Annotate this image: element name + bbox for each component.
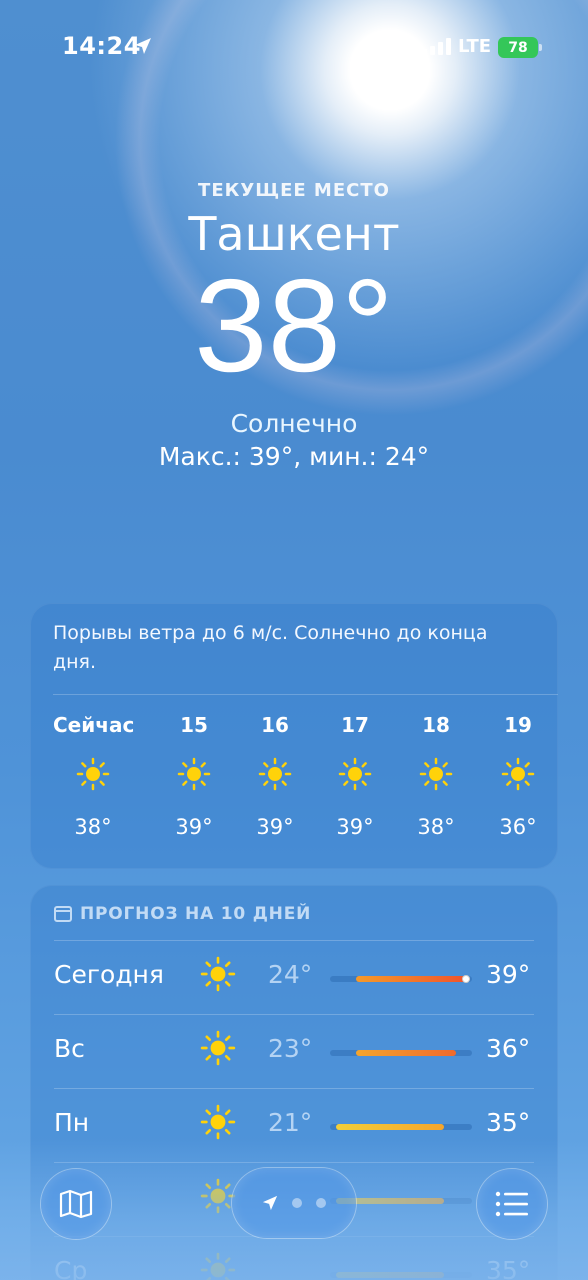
- current-weather: ТЕКУЩЕЕ МЕСТО Ташкент 38° Солнечно Макс.…: [0, 180, 588, 471]
- sun-icon: [200, 1104, 236, 1140]
- day-high-temp: 39°: [486, 960, 531, 989]
- hour-temp: 39°: [256, 815, 294, 839]
- hour-temp: 38°: [417, 815, 455, 839]
- battery-level: 78: [508, 39, 528, 56]
- hour-item: 16 39°: [235, 713, 315, 839]
- day-name: Пн: [54, 1108, 90, 1137]
- hour-item: 19 36°: [478, 713, 558, 839]
- day-high-temp: 35°: [486, 1108, 531, 1137]
- hour-item: 17 39°: [315, 713, 395, 839]
- location-arrow-icon[interactable]: [262, 1195, 278, 1211]
- sun-icon: [76, 757, 110, 791]
- day-name: Сегодня: [54, 960, 164, 989]
- hour-temp: 39°: [175, 815, 213, 839]
- sun-icon: [338, 757, 372, 791]
- hourly-forecast-card[interactable]: Порывы ветра до 6 м/с. Солнечно до конца…: [30, 603, 558, 869]
- hour-temp: 36°: [499, 815, 537, 839]
- temperature-range-bar: [330, 1124, 472, 1130]
- list-icon: [495, 1191, 528, 1217]
- temperature-range-bar: [330, 975, 472, 983]
- temperature-range-bar: [330, 1272, 472, 1278]
- daily-forecast-header: ПРОГНОЗ НА 10 ДНЕЙ: [54, 904, 311, 924]
- sun-icon: [200, 1252, 236, 1280]
- day-low-temp: 21°: [268, 1108, 313, 1137]
- day-high-temp: 36°: [486, 1034, 531, 1063]
- status-time: 14:24: [62, 32, 141, 60]
- divider: [53, 694, 558, 695]
- location-arrow-icon: [135, 38, 151, 54]
- sun-icon: [419, 757, 453, 791]
- city-list-button[interactable]: [477, 1169, 547, 1239]
- page-indicator[interactable]: [232, 1168, 356, 1238]
- network-type: LTE: [458, 36, 492, 57]
- calendar-icon: [54, 906, 72, 922]
- sun-icon: [200, 1030, 236, 1066]
- page-dot[interactable]: [316, 1198, 326, 1208]
- hour-item: 18 38°: [396, 713, 476, 839]
- weather-condition: Солнечно: [230, 409, 358, 438]
- day-row[interactable]: Пн 21° 35°: [30, 1088, 558, 1162]
- battery-icon: 78: [498, 37, 542, 58]
- day-row[interactable]: Сегодня 24° 39°: [30, 940, 558, 1014]
- day-low-temp: 24°: [268, 960, 313, 989]
- hour-label: 15: [180, 713, 208, 737]
- location-label: ТЕКУЩЕЕ МЕСТО: [198, 180, 390, 201]
- day-high-temp: 35°: [486, 1256, 531, 1280]
- hour-item: Сейчас 38°: [53, 713, 135, 839]
- sun-icon: [258, 757, 292, 791]
- sun-icon: [200, 956, 236, 992]
- current-temperature: 38°: [194, 252, 394, 399]
- hour-item: 15 39°: [154, 713, 234, 839]
- hour-label: 18: [422, 713, 450, 737]
- page-dot[interactable]: [292, 1198, 302, 1208]
- sun-icon: [501, 757, 535, 791]
- day-name: Вс: [54, 1034, 85, 1063]
- day-row[interactable]: Вс 23° 36°: [30, 1014, 558, 1088]
- sun-icon: [177, 757, 211, 791]
- day-name: Ср: [54, 1256, 88, 1280]
- high-low-temperature: Макс.: 39°, мин.: 24°: [158, 442, 430, 471]
- hourly-list[interactable]: Сейчас 38° 15 39° 16 39° 17 39° 18 38° 1…: [30, 713, 558, 863]
- hour-label: 17: [341, 713, 369, 737]
- hour-temp: 38°: [74, 815, 112, 839]
- day-row[interactable]: Ср 35°: [30, 1236, 558, 1280]
- hour-label: 16: [261, 713, 289, 737]
- daily-forecast-title: ПРОГНОЗ НА 10 ДНЕЙ: [80, 904, 312, 924]
- day-low-temp: 23°: [268, 1034, 313, 1063]
- sun-icon: [200, 1178, 236, 1214]
- hour-temp: 39°: [336, 815, 374, 839]
- status-bar: 14:24 LTE 78: [0, 0, 588, 96]
- hour-label: Сейчас: [53, 713, 135, 737]
- forecast-summary: Порывы ветра до 6 м/с. Солнечно до конца…: [53, 622, 488, 673]
- hour-label: 19: [504, 713, 532, 737]
- map-button[interactable]: [41, 1169, 111, 1239]
- temperature-range-bar: [330, 1050, 472, 1056]
- cellular-signal-icon: [422, 38, 451, 55]
- map-icon: [59, 1189, 93, 1219]
